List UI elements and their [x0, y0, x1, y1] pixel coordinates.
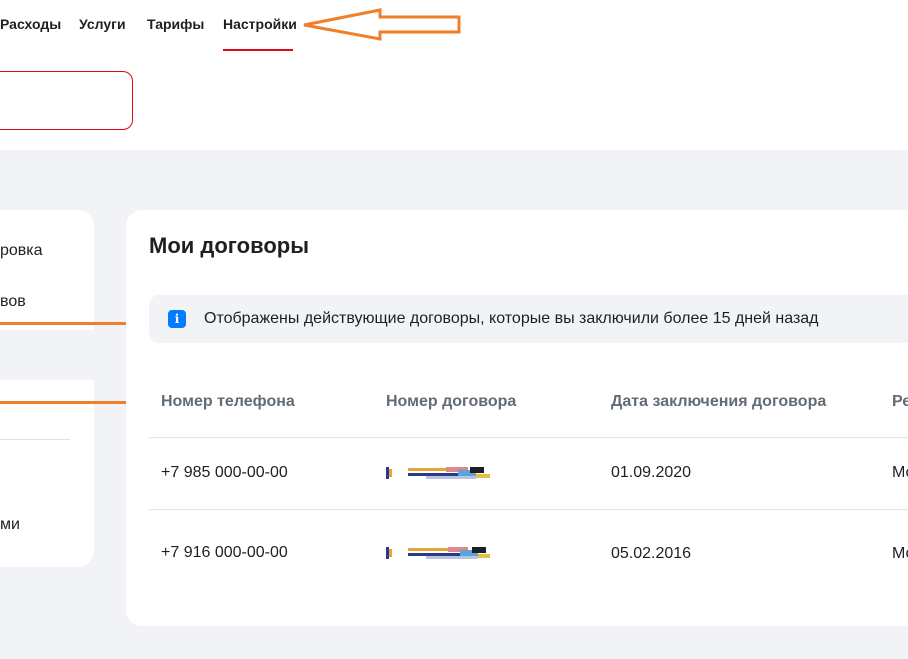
- active-tab-indicator: [223, 49, 293, 51]
- info-text: Отображены действующие договоры, которые…: [204, 310, 819, 327]
- info-banner: i Отображены действующие договоры, котор…: [149, 295, 908, 343]
- nav-tab-tariffs[interactable]: Тарифы: [147, 16, 204, 32]
- nav-tab-services[interactable]: Услуги: [79, 16, 126, 32]
- row-region: Мо: [892, 464, 908, 481]
- column-header-phone: Номер телефона: [161, 393, 295, 410]
- nav-tab-settings[interactable]: Настройки: [223, 16, 297, 32]
- column-header-contract: Номер договора: [386, 393, 517, 410]
- sidebar-item-3[interactable]: ми: [0, 516, 20, 534]
- annotation-arrow: [303, 8, 461, 41]
- sidebar-item-1[interactable]: ровка: [0, 242, 43, 260]
- row-phone: +7 916 000-00-00: [161, 544, 288, 561]
- sidebar-divider: [0, 439, 70, 440]
- page-title: Мои договоры: [149, 233, 310, 258]
- column-header-date: Дата заключения договора: [611, 393, 827, 410]
- column-header-region: Ре: [892, 393, 908, 410]
- row-region: Мо: [892, 545, 908, 562]
- info-icon: i: [168, 310, 186, 328]
- row-phone: +7 985 000-00-00: [161, 464, 288, 481]
- annotation-highlight-box: [0, 322, 141, 404]
- row-date: 05.02.2016: [611, 545, 692, 562]
- redacted-contract-number: [386, 467, 490, 479]
- redacted-contract-number: [386, 547, 490, 559]
- table-divider: [149, 509, 908, 510]
- table-divider: [149, 437, 908, 438]
- contracts-card: [126, 210, 908, 626]
- sidebar-item-2[interactable]: вов: [0, 293, 26, 311]
- search-field[interactable]: [0, 71, 133, 130]
- row-date: 01.09.2020: [611, 464, 692, 481]
- nav-tab-expenses[interactable]: Расходы: [0, 16, 61, 32]
